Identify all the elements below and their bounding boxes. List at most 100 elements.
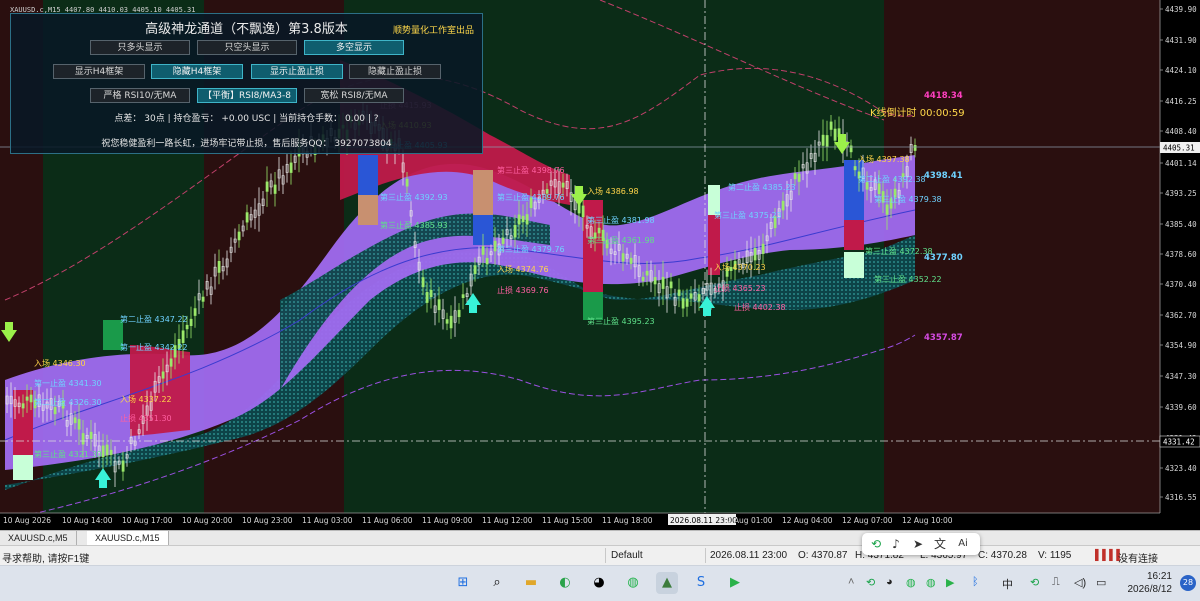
candle-body: [81, 433, 85, 445]
candle-body: [21, 403, 25, 409]
candle-body: [405, 178, 409, 187]
balanced-rsi-button[interactable]: 【平衡】RSI8/MA3-8: [197, 88, 297, 103]
time-tick-label: 11 Aug 12:00: [482, 516, 533, 525]
price-tick-label: 4393.25: [1165, 189, 1197, 198]
qq-icon[interactable]: ◕: [588, 572, 610, 594]
candle-body: [473, 265, 477, 274]
candle-body: [189, 318, 193, 326]
ai-icon[interactable]: Ai: [955, 536, 971, 552]
notification-badge[interactable]: 28: [1180, 575, 1196, 591]
time-tick-label: 12 Aug 01:00: [722, 516, 773, 525]
candle-body: [181, 330, 185, 343]
annotation-label: 第三止盈 4398.76: [497, 165, 565, 175]
candle-body: [781, 200, 785, 211]
price-tick-label: 4431.90: [1165, 36, 1197, 45]
level-label: 4377.80: [924, 253, 963, 263]
tab-xauusd-m5[interactable]: XAUUSD.c,M5: [0, 531, 77, 545]
wechat-icon[interactable]: ◍: [622, 572, 644, 594]
floating-input-toolbar: ⟲ ♪ ➤ 文 Ai: [862, 533, 980, 555]
annotation-label: 第二止盈 4347.22: [120, 314, 188, 324]
app-s-icon[interactable]: S: [690, 572, 712, 594]
annotation-label: 第三止盈 4379.76: [497, 244, 565, 254]
metatrader-icon[interactable]: ▲: [656, 572, 678, 594]
strict-rsi-button[interactable]: 严格 RSI10/无MA: [90, 88, 190, 103]
price-tick-label: 4347.30: [1165, 372, 1197, 381]
search-icon[interactable]: ⌕: [486, 572, 508, 594]
bluetooth-icon[interactable]: ᛒ: [972, 576, 979, 588]
bar-countdown: K线倒计时 00:00:59: [870, 106, 965, 119]
tray-wechat2-icon[interactable]: ◍: [926, 576, 936, 589]
tray-app-icon[interactable]: ⟲: [866, 576, 875, 589]
candle-body: [53, 406, 57, 415]
price-tick-label: 4339.60: [1165, 403, 1197, 412]
hide-tp-sl-button[interactable]: 隐藏止盈止损: [349, 64, 441, 79]
status-connection: 没有连接: [1118, 554, 1158, 565]
candle-body: [445, 319, 449, 324]
candle-body: [217, 261, 221, 273]
microphone-icon[interactable]: ♪: [888, 536, 904, 552]
show-h4-frame-button[interactable]: 显示H4框架: [53, 64, 145, 79]
status-volume: V: 1195: [1038, 550, 1072, 561]
ime-indicator[interactable]: 中: [1002, 576, 1013, 592]
annotation-label: 第三止盈 4379.38: [874, 194, 942, 204]
volume-icon[interactable]: ◁): [1074, 576, 1086, 589]
tray-qq-icon[interactable]: ◕: [886, 576, 893, 588]
time-tick-label: 10 Aug 2026: [3, 516, 51, 525]
battery-icon[interactable]: ▭: [1096, 576, 1106, 589]
candle-body: [913, 145, 917, 151]
time-tick-label: 11 Aug 06:00: [362, 516, 413, 525]
tray-wechat-icon[interactable]: ◍: [906, 576, 916, 589]
tray-app2-icon[interactable]: ⟲: [1030, 576, 1039, 589]
clock-date: 2026/8/12: [1127, 584, 1173, 595]
candle-body: [25, 396, 29, 401]
browser-icon[interactable]: ◐: [554, 572, 576, 594]
candle-body: [481, 246, 485, 255]
panel-position-info: 点差： 30点 | 持仓盈亏： +0.00 USC | 当前持仓手数： 0.00…: [114, 114, 379, 124]
player-icon[interactable]: ▶: [724, 572, 746, 594]
network-icon[interactable]: ⎍: [1052, 576, 1060, 589]
chart-tabs: XAUUSD.c,M5 XAUUSD.c,M15: [0, 530, 1200, 546]
loose-rsi-button[interactable]: 宽松 RSI8/无MA: [304, 88, 404, 103]
tray-player-icon[interactable]: ▶: [946, 576, 954, 589]
file-explorer-icon[interactable]: ▬: [520, 572, 542, 594]
candle-body: [521, 215, 525, 223]
time-tick-label: 11 Aug 15:00: [542, 516, 593, 525]
annotation-label: 第三止盈 4321.30: [34, 449, 102, 459]
show-tp-sl-button[interactable]: 显示止盈止损: [251, 64, 343, 79]
annotation-label: 第三止盈 4372.38: [865, 246, 933, 256]
time-tick-label: 12 Aug 07:00: [842, 516, 893, 525]
short-only-button[interactable]: 只空头显示: [197, 40, 297, 55]
time-tick-label: 11 Aug 03:00: [302, 516, 353, 525]
candle-body: [29, 394, 33, 403]
send-icon[interactable]: ➤: [910, 536, 926, 552]
system-clock[interactable]: 16:21 2026/8/12: [1128, 570, 1173, 596]
candle-body: [449, 315, 453, 329]
annotation-label: 第三止盈 4389.76: [497, 192, 565, 202]
annotation-label: 第三止盈 4375.23: [714, 210, 782, 220]
candle-body: [109, 449, 113, 455]
candle-body: [73, 417, 77, 424]
candle-body: [653, 276, 657, 285]
candle-body: [797, 173, 801, 182]
candle-body: [105, 444, 109, 456]
annotation-label: 第三止盈 4385.93: [380, 220, 448, 230]
candle-body: [681, 298, 685, 309]
price-tick-label: 4401.14: [1165, 159, 1197, 168]
annotation-label: 入场 4337.22: [120, 395, 172, 404]
price-tick-label: 4323.40: [1165, 464, 1197, 473]
long-only-button[interactable]: 只多头显示: [90, 40, 190, 55]
translate-icon[interactable]: 文: [932, 536, 948, 552]
long-short-button[interactable]: 多空显示: [304, 40, 404, 55]
start-icon[interactable]: ⊞: [452, 572, 474, 594]
candle-body: [425, 292, 429, 303]
tray-chevron-icon[interactable]: ˄: [848, 576, 854, 588]
annotation-label: 止损 4369.76: [497, 285, 549, 295]
tab-xauusd-m15[interactable]: XAUUSD.c,M15: [87, 531, 169, 545]
logo-icon[interactable]: ⟲: [868, 536, 884, 552]
hide-h4-frame-button[interactable]: 隐藏H4框架: [151, 64, 243, 79]
clock-time: 16:21: [1146, 571, 1172, 582]
candle-body: [629, 257, 633, 264]
time-tick-label: 12 Aug 10:00: [902, 516, 953, 525]
candle-body: [461, 294, 465, 298]
level-label: 4398.41: [924, 171, 963, 181]
